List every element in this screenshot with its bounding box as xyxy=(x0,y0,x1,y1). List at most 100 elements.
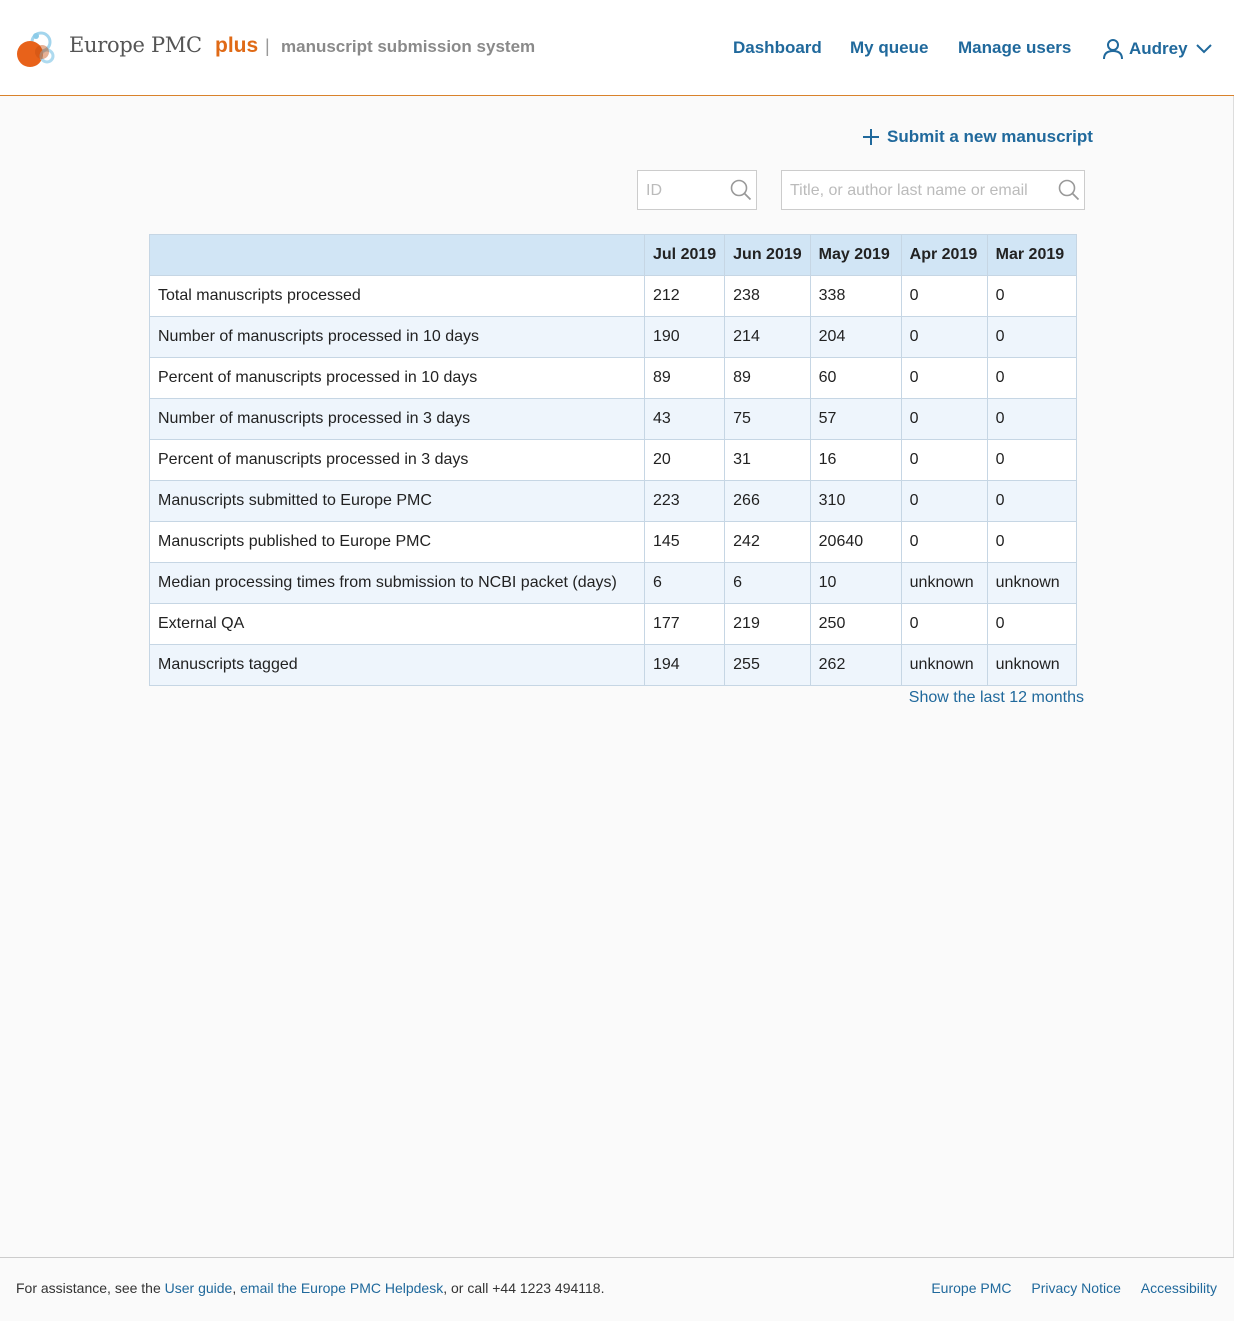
footer-accessibility-link[interactable]: Accessibility xyxy=(1141,1280,1217,1296)
value-cell: 89 xyxy=(643,357,726,399)
row-label-cell: Percent of manuscripts processed in 10 d… xyxy=(149,357,645,399)
value-cell: 262 xyxy=(809,644,902,686)
value-cell: 60 xyxy=(809,357,902,399)
value-cell: unknown xyxy=(900,644,988,686)
table-row: Number of manuscripts processed in 3 day… xyxy=(149,398,1077,440)
id-search-box xyxy=(637,170,757,210)
site-header: Europe PMC plus | manuscript submission … xyxy=(0,0,1234,96)
row-label-cell: Number of manuscripts processed in 10 da… xyxy=(149,316,645,358)
value-cell: 6 xyxy=(724,562,811,604)
table-row: Manuscripts tagged 194 255 262 unknown unknow… xyxy=(149,644,1077,686)
value-cell: 20640 xyxy=(809,521,902,563)
user-name[interactable]: Audrey xyxy=(1129,39,1188,59)
stats-table: Jul 2019 Jun 2019 May 2019 Apr 2019 Mar 2019… xyxy=(149,234,1077,686)
value-cell: 190 xyxy=(643,316,726,358)
column-header-month: Jun 2019 xyxy=(724,234,811,276)
table-row: Total manuscripts processed 212 238 338 0 0 xyxy=(149,275,1077,317)
title-author-search-input[interactable] xyxy=(790,180,1054,202)
brand-plus[interactable]: plus xyxy=(215,34,258,58)
show-last-12-months-link[interactable]: Show the last 12 months xyxy=(909,689,1084,707)
column-header-month: Jul 2019 xyxy=(643,234,726,276)
chevron-down-icon[interactable] xyxy=(1195,44,1212,54)
value-cell: 0 xyxy=(986,357,1077,399)
value-cell: 57 xyxy=(809,398,902,440)
query-search-box xyxy=(781,170,1085,210)
value-cell: unknown xyxy=(900,562,988,604)
value-cell: 250 xyxy=(809,603,902,645)
row-label-cell: Total manuscripts processed xyxy=(149,275,645,317)
value-cell: 255 xyxy=(724,644,811,686)
row-label-cell: Percent of manuscripts processed in 3 da… xyxy=(149,439,645,481)
value-cell: 310 xyxy=(809,480,902,522)
plus-icon xyxy=(863,129,879,145)
value-cell: 0 xyxy=(986,275,1077,317)
table-row: Manuscripts submitted to Europe PMC 223 26… xyxy=(149,480,1077,522)
value-cell: 0 xyxy=(986,521,1077,563)
footer-europe-pmc-link[interactable]: Europe PMC xyxy=(931,1280,1011,1296)
value-cell: 0 xyxy=(900,521,988,563)
row-label-cell: Manuscripts submitted to Europe PMC xyxy=(149,480,645,522)
table-row: Median processing times from submission … xyxy=(149,562,1077,604)
footer-assistance-text: For assistance, see the User guide, emai… xyxy=(16,1280,605,1296)
row-label-cell: Manuscripts tagged xyxy=(149,644,645,686)
value-cell: 0 xyxy=(900,439,988,481)
column-header-month: Apr 2019 xyxy=(900,234,988,276)
value-cell: 223 xyxy=(643,480,726,522)
value-cell: 238 xyxy=(724,275,811,317)
value-cell: 16 xyxy=(809,439,902,481)
value-cell: 89 xyxy=(724,357,811,399)
row-label-cell: Manuscripts published to Europe PMC xyxy=(149,521,645,563)
value-cell: 0 xyxy=(900,357,988,399)
footer-suffix: , or call +44 1223 494118. xyxy=(443,1280,605,1296)
table-header-row: Jul 2019 Jun 2019 May 2019 Apr 2019 Mar 2019 xyxy=(149,234,1077,276)
table-row: External QA 177 219 250 0 0 xyxy=(149,603,1077,645)
column-header-month: Mar 2019 xyxy=(986,234,1077,276)
helpdesk-email-link[interactable]: email the Europe PMC Helpdesk xyxy=(240,1280,443,1296)
user-guide-link[interactable]: User guide xyxy=(165,1280,233,1296)
value-cell: 0 xyxy=(900,316,988,358)
search-icon[interactable] xyxy=(730,179,752,201)
nav-manage-users[interactable]: Manage users xyxy=(958,38,1071,58)
submit-manuscript-link[interactable]: Submit a new manuscript xyxy=(862,126,1093,148)
table-row: Percent of manuscripts processed in 3 da… xyxy=(149,439,1077,481)
value-cell: 266 xyxy=(724,480,811,522)
table-body: Total manuscripts processed 212 238 338 0 0 Nu… xyxy=(149,275,1077,686)
row-label-cell: Median processing times from submission … xyxy=(149,562,645,604)
value-cell: 194 xyxy=(643,644,726,686)
value-cell: 43 xyxy=(643,398,726,440)
value-cell: 242 xyxy=(724,521,811,563)
value-cell: 75 xyxy=(724,398,811,440)
brand-name[interactable]: Europe PMC xyxy=(69,33,202,57)
footer-privacy-link[interactable]: Privacy Notice xyxy=(1031,1280,1120,1296)
value-cell: 145 xyxy=(643,521,726,563)
brand-separator: | xyxy=(265,36,270,56)
nav-dashboard[interactable]: Dashboard xyxy=(733,38,822,58)
value-cell: 0 xyxy=(986,603,1077,645)
value-cell: 10 xyxy=(809,562,902,604)
value-cell: 204 xyxy=(809,316,902,358)
value-cell: 0 xyxy=(900,480,988,522)
row-label-cell: Number of manuscripts processed in 3 day… xyxy=(149,398,645,440)
brand-subtitle: manuscript submission system xyxy=(281,37,536,56)
value-cell: 177 xyxy=(643,603,726,645)
value-cell: 212 xyxy=(643,275,726,317)
table-row: Percent of manuscripts processed in 10 d… xyxy=(149,357,1077,399)
id-search-input[interactable] xyxy=(646,180,726,202)
value-cell: unknown xyxy=(986,562,1077,604)
nav-my-queue[interactable]: My queue xyxy=(850,38,928,58)
value-cell: 0 xyxy=(986,398,1077,440)
value-cell: 219 xyxy=(724,603,811,645)
value-cell: 0 xyxy=(900,275,988,317)
site-footer: For assistance, see the User guide, emai… xyxy=(0,1257,1234,1321)
submit-manuscript-label[interactable]: Submit a new manuscript xyxy=(887,127,1093,147)
value-cell: 31 xyxy=(724,439,811,481)
value-cell: 6 xyxy=(643,562,726,604)
europe-pmc-logo-icon[interactable] xyxy=(14,24,60,70)
search-icon[interactable] xyxy=(1058,179,1080,201)
value-cell: unknown xyxy=(986,644,1077,686)
value-cell: 0 xyxy=(900,603,988,645)
value-cell: 0 xyxy=(986,439,1077,481)
value-cell: 20 xyxy=(643,439,726,481)
column-header-label xyxy=(149,234,645,276)
user-menu[interactable]: Audrey xyxy=(1103,37,1212,61)
